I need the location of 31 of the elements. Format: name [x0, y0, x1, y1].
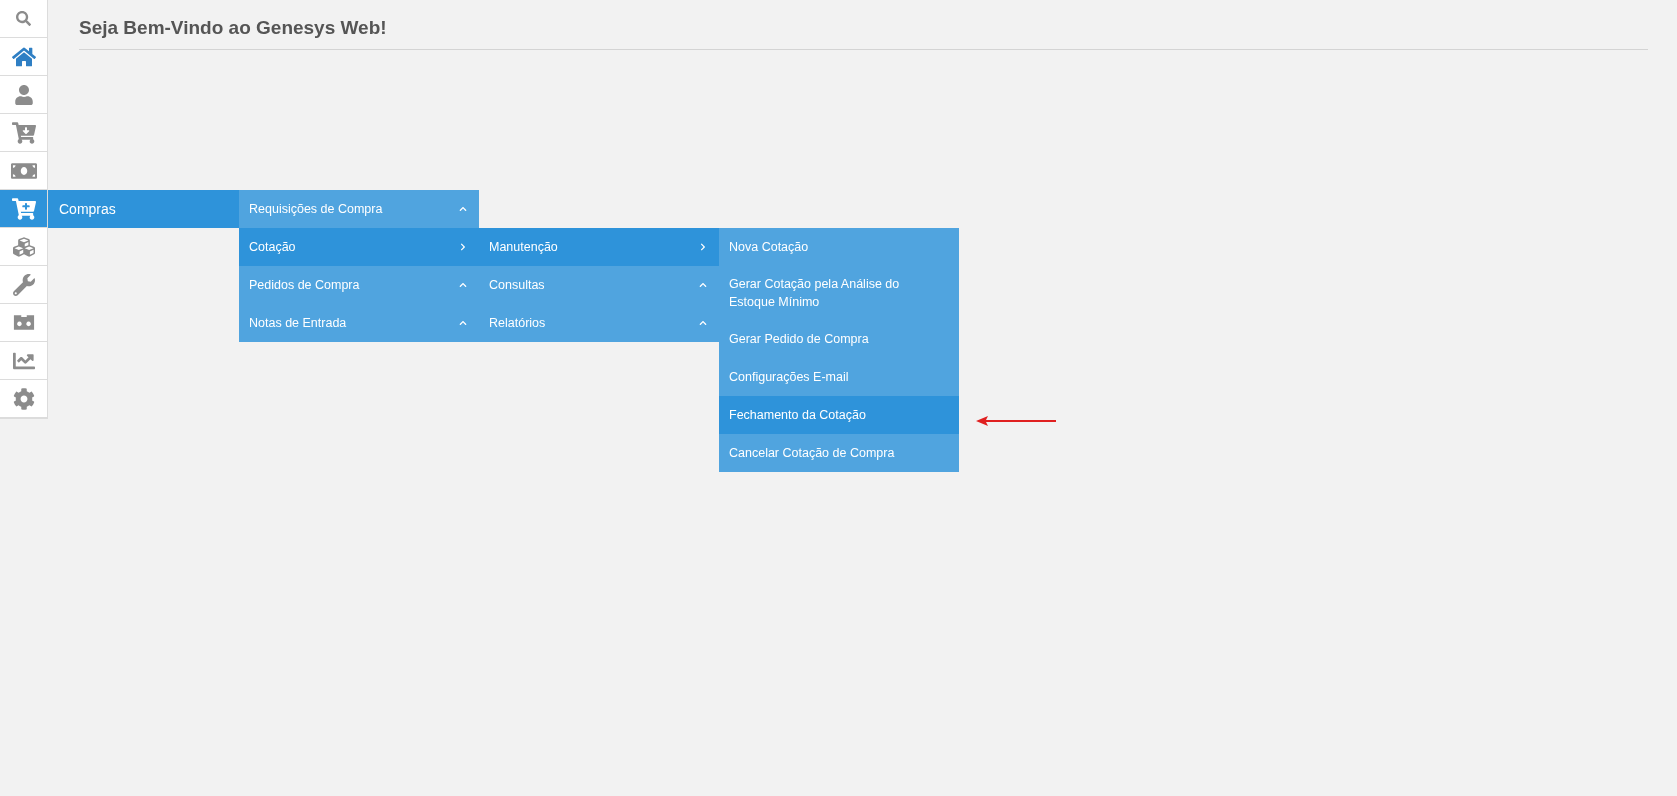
wrench-icon	[12, 273, 35, 296]
menu-item[interactable]: Fechamento da Cotação	[719, 396, 959, 434]
chevron-up-icon	[699, 281, 707, 289]
menu-item[interactable]: Gerar Cotação pela Análise do Estoque Mínimo	[719, 266, 959, 320]
chevron-right-icon	[459, 243, 467, 251]
menu-item[interactable]: Nova Cotação	[719, 228, 959, 266]
menu-item[interactable]: Notas de Entrada	[239, 304, 479, 342]
user-icon	[13, 84, 34, 105]
gear-icon	[12, 387, 35, 410]
chevron-up-icon	[459, 205, 467, 213]
menu-item[interactable]: Relatórios	[479, 304, 719, 342]
cart-icon	[11, 120, 36, 145]
menu-item[interactable]: Cancelar Cotação de Compra	[719, 434, 959, 472]
cart-plus-icon	[11, 196, 36, 221]
menu-category[interactable]: Compras	[48, 190, 239, 228]
page-title: Seja Bem-Vindo ao Genesys Web!	[79, 14, 1648, 50]
sidebar-item[interactable]	[0, 190, 47, 228]
chevron-up-icon	[699, 319, 707, 327]
menu-item[interactable]: Gerar Pedido de Compra	[719, 320, 959, 358]
menu-item[interactable]: Cotação	[239, 228, 479, 266]
menu-item[interactable]: Manutenção	[479, 228, 719, 266]
chevron-up-icon	[459, 281, 467, 289]
menu-item[interactable]: Pedidos de Compra	[239, 266, 479, 304]
menu-item[interactable]: Consultas	[479, 266, 719, 304]
cassette-icon	[12, 313, 35, 332]
chevron-right-icon	[699, 243, 707, 251]
cubes-icon	[12, 235, 35, 258]
menu-item[interactable]: Configurações E-mail	[719, 358, 959, 396]
chevron-up-icon	[459, 319, 467, 327]
search-icon	[16, 11, 31, 26]
menu-item[interactable]: Requisições de Compra	[239, 190, 479, 228]
